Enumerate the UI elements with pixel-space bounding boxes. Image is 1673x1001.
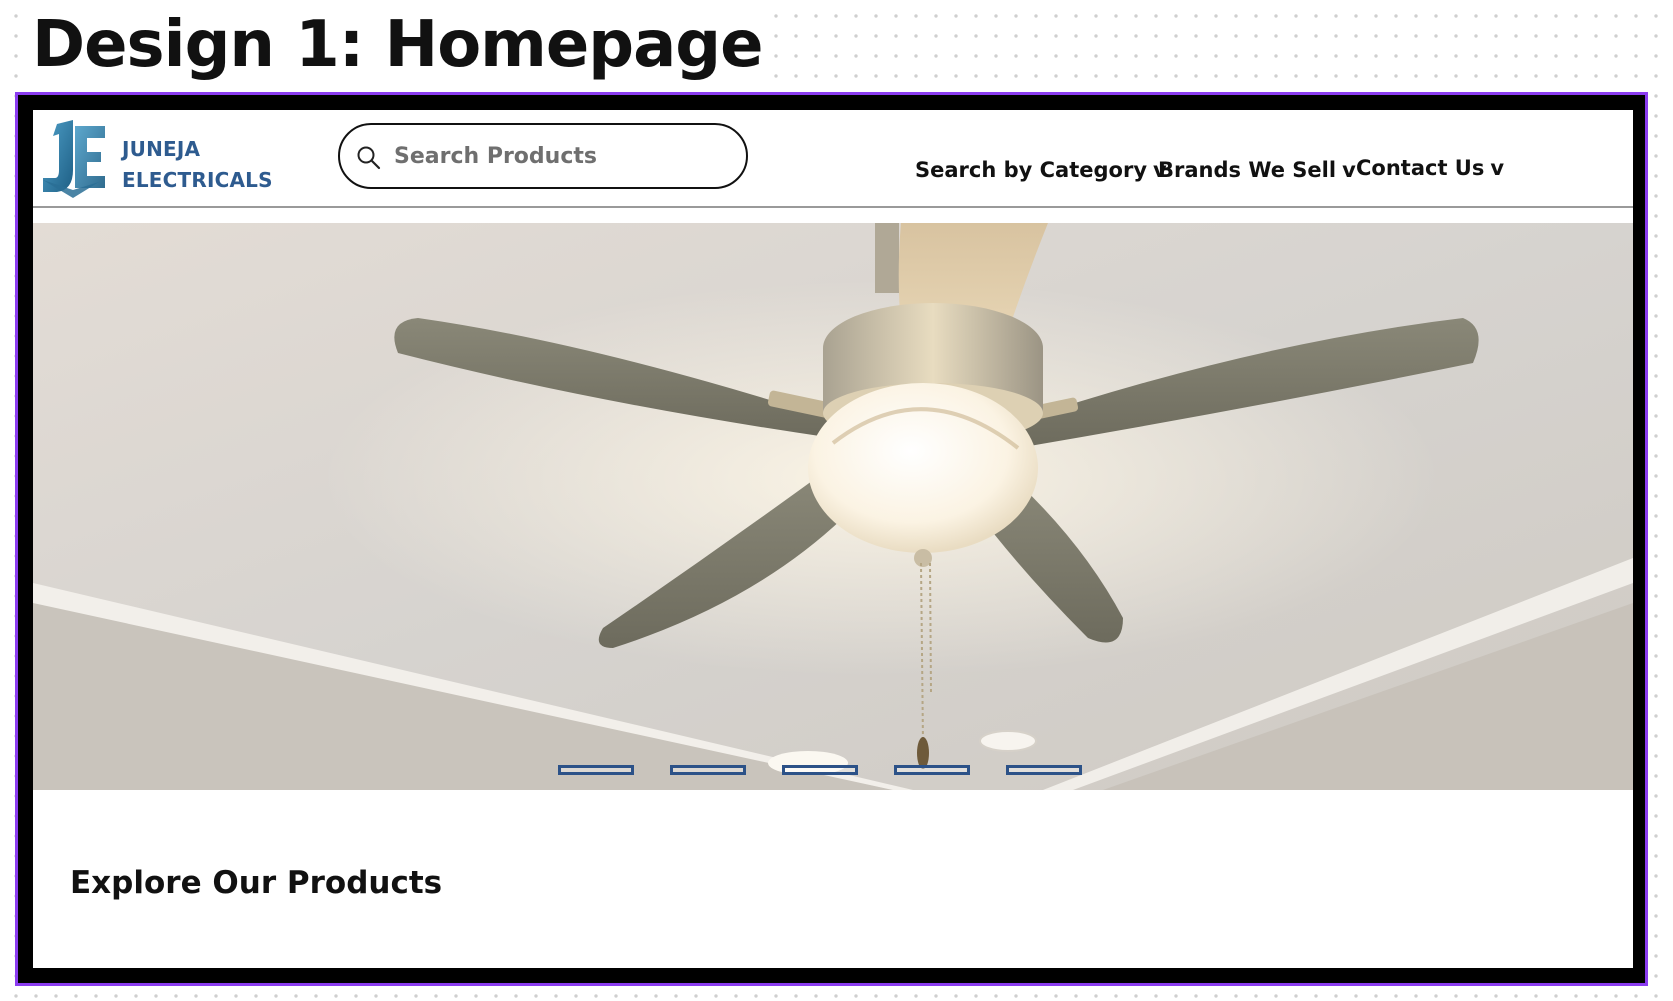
brand-name: JUNEJA ELECTRICALS: [122, 134, 273, 196]
chevron-down-icon: v: [1490, 156, 1505, 180]
page-title: Design 1: Homepage: [32, 2, 769, 88]
nav-brands-we-sell[interactable]: Brands We Sell v: [1158, 158, 1356, 182]
brand-name-line2: ELECTRICALS: [122, 168, 273, 192]
carousel-dot-2[interactable]: [670, 765, 746, 775]
carousel-dot-4[interactable]: [894, 765, 970, 775]
explore-products-heading: Explore Our Products: [70, 865, 443, 901]
brand-name-line1: JUNEJA: [122, 137, 201, 161]
search-bar[interactable]: [338, 123, 748, 189]
chevron-down-icon: v: [1342, 158, 1356, 182]
nav-search-by-category[interactable]: Search by Category v: [915, 158, 1167, 182]
nav-contact-us[interactable]: Contact Us v: [1356, 156, 1504, 180]
carousel-dot-1[interactable]: [558, 765, 634, 775]
site-header: JUNEJA ELECTRICALS Search by Categoryv B…: [33, 110, 1633, 208]
nav-label: Brands We Sell: [1158, 158, 1337, 182]
search-icon[interactable]: [356, 145, 382, 171]
hero-carousel[interactable]: [33, 223, 1633, 790]
carousel-dot-5[interactable]: [1006, 765, 1082, 775]
nav-label: Search by Category: [915, 158, 1148, 182]
ceiling-fan-image: [33, 223, 1633, 790]
search-input[interactable]: [392, 135, 726, 177]
je-monogram-logo-icon: [43, 120, 105, 198]
nav-label: Contact Us: [1356, 156, 1485, 180]
carousel-dot-3[interactable]: [782, 765, 858, 775]
homepage-screen: JUNEJA ELECTRICALS Search by Categoryv B…: [33, 110, 1633, 968]
brand-logo[interactable]: JUNEJA ELECTRICALS: [39, 120, 273, 200]
